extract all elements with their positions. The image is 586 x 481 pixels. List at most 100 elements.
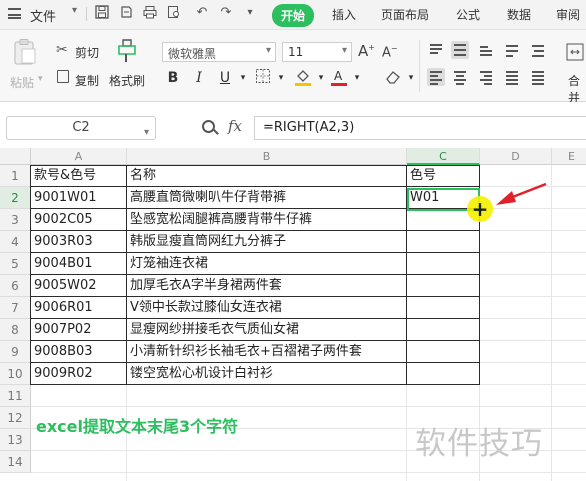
column-header-b[interactable]: B <box>127 148 407 165</box>
chevron-down-icon[interactable]: ▾ <box>72 5 77 16</box>
table-cell[interactable] <box>407 363 479 385</box>
row-header[interactable]: 8 <box>0 319 31 341</box>
paste-label[interactable]: 粘贴 <box>10 74 34 91</box>
align-middle-icon[interactable] <box>451 41 469 59</box>
align-center-icon[interactable] <box>451 68 469 86</box>
column-header-c[interactable]: C <box>407 148 480 165</box>
font-color-icon[interactable]: A <box>330 68 348 88</box>
underline-icon[interactable]: U <box>216 68 234 88</box>
file-menu[interactable]: 文件 <box>30 6 56 25</box>
table-cell[interactable] <box>407 275 479 297</box>
row-header[interactable]: 6 <box>0 275 31 297</box>
header-cell[interactable]: 款号&色号 <box>31 165 126 187</box>
column-header-a[interactable]: A <box>31 148 127 165</box>
tab-insert[interactable]: 插入 <box>332 6 356 23</box>
merge-cells-icon[interactable] <box>566 42 584 62</box>
table-cell[interactable] <box>407 253 479 275</box>
table-cell[interactable]: 9001W01 <box>31 187 126 209</box>
scissors-icon[interactable]: ✂ <box>56 42 68 58</box>
indent-icon[interactable] <box>529 41 547 59</box>
table-cell[interactable]: 9006R01 <box>31 297 126 319</box>
table-cell[interactable]: 9003R03 <box>31 231 126 253</box>
paste-dropdown-icon[interactable]: ▾ <box>38 74 43 84</box>
table-cell[interactable]: 高腰直筒微喇叭牛仔背带裤 <box>127 187 406 209</box>
align-bottom-icon[interactable] <box>477 41 495 59</box>
table-cell[interactable]: 9009R02 <box>31 363 126 385</box>
copy-icon[interactable] <box>57 70 69 83</box>
chevron-down-icon[interactable]: ▾ <box>272 68 290 88</box>
row-header[interactable]: 1 <box>0 165 31 187</box>
format-painter-button[interactable]: 格式刷 <box>109 72 145 89</box>
chevron-down-icon[interactable]: ▾ <box>402 68 420 88</box>
more-chevron-icon[interactable]: ▾ <box>242 5 258 21</box>
row-header[interactable]: 9 <box>0 341 31 363</box>
row-header[interactable]: 13 <box>0 429 31 451</box>
table-cell[interactable] <box>407 231 479 253</box>
zoom-icon[interactable] <box>202 120 215 133</box>
table-cell[interactable]: 镂空宽松心机设计白衬衫 <box>127 363 406 385</box>
table-cell[interactable]: 灯笼袖连衣裙 <box>127 253 406 275</box>
spreadsheet-grid[interactable]: A B C D E 1 2 3 4 5 6 7 8 9 10 11 12 13 14 款号&色号 名称 色号 9… <box>0 148 586 481</box>
save-icon[interactable] <box>94 5 110 21</box>
eraser-icon[interactable] <box>384 68 402 88</box>
font-name-select[interactable]: 微软雅黑 ▾ <box>162 42 276 62</box>
table-cell[interactable] <box>407 297 479 319</box>
table-cell[interactable]: 显瘦网纱拼接毛衣气质仙女裙 <box>127 319 406 341</box>
tab-home[interactable]: 开始 <box>272 4 315 27</box>
decrease-font-size-icon[interactable]: A− <box>382 44 398 60</box>
row-header[interactable]: 12 <box>0 407 31 429</box>
row-header[interactable]: 11 <box>0 385 31 407</box>
tab-page-layout[interactable]: 页面布局 <box>381 6 429 23</box>
select-all-corner[interactable] <box>0 148 31 165</box>
chevron-down-icon[interactable]: ▾ <box>234 68 252 88</box>
hamburger-menu-icon[interactable] <box>8 8 21 19</box>
borders-icon[interactable] <box>254 68 272 88</box>
table-cell[interactable]: 9002C05 <box>31 209 126 231</box>
export-icon[interactable] <box>118 5 134 21</box>
align-left-icon[interactable] <box>427 68 445 86</box>
row-header[interactable]: 4 <box>0 231 31 253</box>
chevron-down-icon[interactable]: ▾ <box>312 68 330 88</box>
format-painter-icon[interactable] <box>116 38 138 64</box>
column-header-e[interactable]: E <box>552 148 586 165</box>
table-cell[interactable]: V领中长款过膝仙女连衣裙 <box>127 297 406 319</box>
fill-color-icon[interactable] <box>294 68 312 88</box>
header-cell[interactable]: 名称 <box>127 165 406 187</box>
print-preview-icon[interactable] <box>166 5 182 21</box>
print-icon[interactable] <box>142 5 158 21</box>
tab-data[interactable]: 数据 <box>507 6 531 23</box>
table-cell[interactable] <box>407 341 479 363</box>
table-cell[interactable]: 韩版显瘦直筒网红九分裤子 <box>127 231 406 253</box>
row-header[interactable]: 10 <box>0 363 31 385</box>
table-cell[interactable]: 9007P02 <box>31 319 126 341</box>
row-header[interactable]: 2 <box>0 187 31 209</box>
bold-icon[interactable]: B <box>164 68 182 88</box>
table-cell[interactable]: 坠感宽松阔腿裤高腰背带牛仔裤 <box>127 209 406 231</box>
cut-button[interactable]: 剪切 <box>75 44 99 61</box>
redo-icon[interactable]: ↷ <box>218 5 234 21</box>
table-cell[interactable]: 小清新针织衫长袖毛衣+百褶裙子两件套 <box>127 341 406 363</box>
italic-icon[interactable]: I <box>190 68 208 88</box>
table-cell[interactable]: 9008B03 <box>31 341 126 363</box>
merge-button[interactable]: 合并 <box>568 72 586 106</box>
table-cell[interactable]: 加厚毛衣A字半身裙两件套 <box>127 275 406 297</box>
header-cell[interactable]: 色号 <box>407 165 479 187</box>
align-top-icon[interactable] <box>427 41 445 59</box>
row-header[interactable]: 3 <box>0 209 31 231</box>
increase-font-size-icon[interactable]: A+ <box>358 42 375 60</box>
chevron-down-icon[interactable]: ▾ <box>348 68 366 88</box>
column-header-d[interactable]: D <box>480 148 552 165</box>
row-header[interactable]: 5 <box>0 253 31 275</box>
align-right-icon[interactable] <box>477 68 495 86</box>
table-cell[interactable]: 9004B01 <box>31 253 126 275</box>
name-box[interactable]: C2 ▾ <box>6 116 156 140</box>
justify-icon[interactable] <box>503 68 521 86</box>
table-cell[interactable] <box>407 319 479 341</box>
paste-icon[interactable] <box>12 38 38 66</box>
wrap-text-icon[interactable] <box>503 41 521 59</box>
copy-button[interactable]: 复制 <box>75 72 99 89</box>
table-cell[interactable]: 9005W02 <box>31 275 126 297</box>
tab-formulas[interactable]: 公式 <box>456 6 480 23</box>
font-size-select[interactable]: 11 ▾ <box>282 42 352 62</box>
tab-review[interactable]: 审阅 <box>556 6 580 23</box>
